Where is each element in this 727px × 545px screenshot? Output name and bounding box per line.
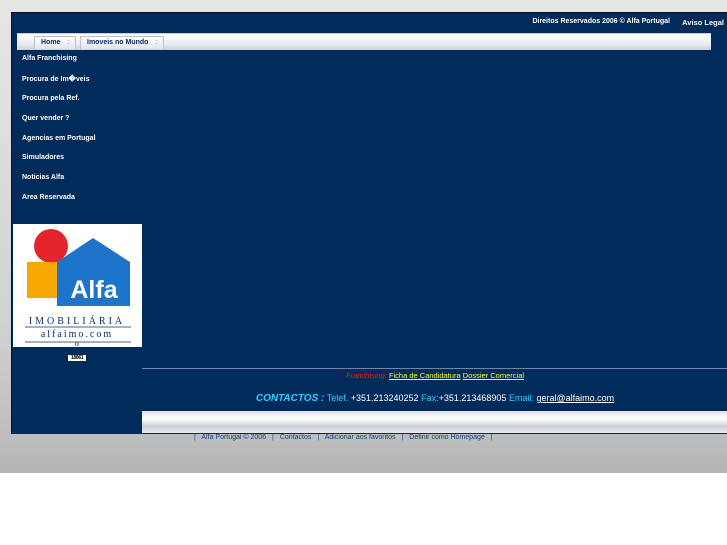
- telephone-value: +351.213240252: [350, 393, 419, 403]
- contacts-title: CONTACTOS :: [255, 393, 325, 404]
- tab-imoveis-no-mundo[interactable]: Imoveis no Mundo:::: [80, 36, 165, 49]
- footer-links: | Alfa Portugal © 2006 | Contactos | Adi…: [190, 434, 497, 441]
- footer-separator: |: [401, 434, 404, 441]
- tab-imoveis-label: Imoveis no Mundo: [87, 39, 149, 46]
- sidebar-item-noticias[interactable]: Noticias Alfa: [22, 174, 64, 181]
- sidebar-item-quer-vender[interactable]: Quer vender ?: [22, 115, 69, 122]
- logo-name: Alfa: [70, 276, 118, 304]
- dossier-comercial-link[interactable]: Dossier Comercial: [463, 371, 524, 380]
- ficha-candidatura-link[interactable]: Ficha de Candidatura: [389, 371, 461, 380]
- tab-separator-icon: :::: [154, 39, 158, 46]
- top-bar: Direitos Reservados 2006 © Alfa Portugal…: [12, 13, 727, 31]
- sidebar-item-procura-imoveis[interactable]: Procura de Im�veis: [22, 75, 89, 83]
- aviso-legal-link[interactable]: Aviso Legal: [682, 18, 724, 27]
- logo-subtitle: IMOBILIÁRIA: [29, 315, 125, 327]
- footer-separator: |: [272, 434, 274, 441]
- email-label: Email:: [508, 393, 534, 403]
- footer-link-contactos[interactable]: Contactos: [280, 434, 312, 441]
- visit-counter: 18061: [68, 355, 86, 361]
- franchising-line: Franchising: Ficha de Candidatura Dossie…: [142, 371, 727, 380]
- alfa-logo-graphic: Alfa IMOBILIÁRIA alfaimo.com α: [25, 229, 131, 348]
- bottom-strip: [142, 411, 727, 433]
- sidebar-item-procura-ref[interactable]: Procura pela Ref.: [22, 95, 80, 102]
- nav-bar: Home::: Imoveis no Mundo:::: [12, 32, 727, 51]
- sidebar-item-area-reservada[interactable]: Area Reservada: [22, 194, 75, 201]
- franchising-label: Franchising:: [345, 371, 387, 380]
- main-frame: Direitos Reservados 2006 © Alfa Portugal…: [11, 12, 727, 434]
- tab-home-label: Home: [41, 39, 61, 46]
- footer-separator: |: [194, 434, 196, 441]
- tab-home[interactable]: Home:::: [34, 36, 77, 49]
- tab-separator-icon: :::: [66, 39, 70, 46]
- sidebar-item-simuladores[interactable]: Simuladores: [22, 154, 64, 161]
- footer-separator: |: [490, 434, 493, 441]
- logo-symbol: α: [75, 339, 80, 347]
- fax-label: Fax:: [421, 393, 439, 403]
- email-link[interactable]: geral@alfaimo.com: [536, 393, 614, 403]
- contacts-line: CONTACTOS : Telef. +351.213240252 Fax:+3…: [142, 393, 727, 404]
- fax-value: +351.213468905: [438, 393, 507, 403]
- telephone-label: Telef.: [326, 393, 349, 403]
- content-divider: [142, 368, 727, 369]
- alfa-imobiliaria-logo[interactable]: Alfa IMOBILIÁRIA alfaimo.com α: [13, 224, 142, 348]
- sidebar-item-agencias[interactable]: Agencias em Portugal: [22, 135, 96, 142]
- footer-link-homepage[interactable]: Definir como Homepage: [409, 434, 484, 441]
- footer-separator: |: [317, 434, 320, 441]
- footer-link-alfa-portugal[interactable]: Alfa Portugal © 2006: [201, 434, 266, 441]
- footer-link-favoritos[interactable]: Adicionar aos favoritos: [325, 434, 396, 441]
- sidebar-item-alfa-franchising[interactable]: Alfa Franchising: [22, 55, 77, 62]
- copyright-text: Direitos Reservados 2006 © Alfa Portugal: [532, 18, 670, 25]
